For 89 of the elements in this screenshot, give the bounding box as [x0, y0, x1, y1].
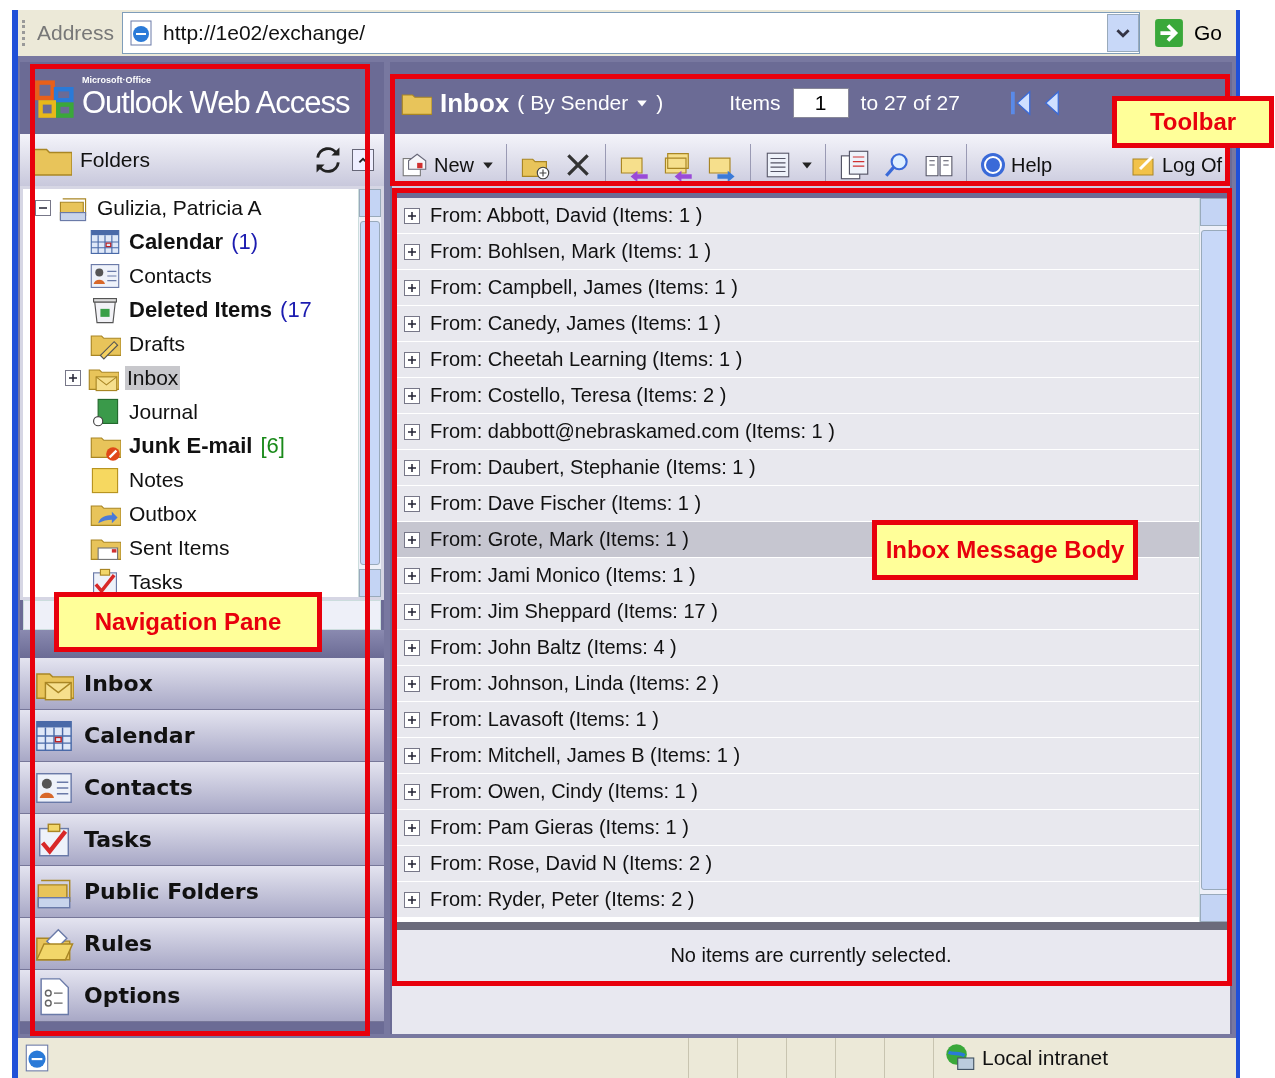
- plus-box-icon[interactable]: [404, 603, 420, 620]
- plus-box-icon[interactable]: [404, 855, 420, 872]
- navigation-button[interactable]: Tasks: [20, 814, 384, 866]
- plus-box-icon[interactable]: [404, 891, 420, 908]
- sender-group-label: From: Johnson, Linda (Items: 2 ): [430, 672, 719, 695]
- chevron-down-icon: [1116, 26, 1130, 40]
- folder-item[interactable]: Contacts: [127, 264, 214, 288]
- address-label: Address: [37, 21, 115, 45]
- go-button[interactable]: Go: [1148, 18, 1228, 48]
- sender-group-label: From: Pam Gieras (Items: 1 ): [430, 816, 689, 839]
- mailbox-name[interactable]: Gulizia, Patricia A: [95, 196, 264, 220]
- plus-box-icon[interactable]: [404, 315, 420, 332]
- navigation-button[interactable]: Calendar: [20, 710, 384, 762]
- unread-count: (1): [231, 229, 259, 255]
- view-label-close: ): [656, 91, 664, 115]
- plus-box-icon[interactable]: [404, 639, 420, 656]
- sender-group-label: From: Bohlsen, Mark (Items: 1 ): [430, 240, 712, 263]
- items-label: Items: [729, 91, 781, 115]
- folder-title: Inbox: [440, 87, 510, 119]
- folder-item[interactable]: Inbox: [125, 366, 181, 390]
- annotation-tooltip: Toolbar: [1112, 96, 1274, 148]
- folder-item[interactable]: Junk E-mail: [127, 433, 255, 459]
- sender-group-label: From: Mitchell, James B (Items: 1 ): [430, 744, 741, 767]
- log-off-button[interactable]: Log Of: [1129, 151, 1222, 179]
- sender-group-label: From: Owen, Cindy (Items: 1 ): [430, 780, 698, 803]
- navigation-button[interactable]: Contacts: [20, 762, 384, 814]
- address-field[interactable]: http://1e02/exchange/: [122, 12, 1140, 54]
- sender-group-label: From: Canedy, James (Items: 1 ): [430, 312, 721, 335]
- plus-box-icon[interactable]: [404, 711, 420, 728]
- item-range: to 27 of 27: [860, 91, 960, 115]
- sender-group-label: From: dabbott@nebraskamed.com (Items: 1 ): [430, 420, 835, 443]
- navigation-button[interactable]: Public Folders: [20, 866, 384, 918]
- plus-box-icon[interactable]: [404, 423, 420, 440]
- plus-box-icon[interactable]: [65, 370, 81, 386]
- sender-group-label: From: Dave Fischer (Items: 1 ): [430, 492, 702, 515]
- plus-box-icon[interactable]: [404, 567, 420, 584]
- plus-box-icon[interactable]: [404, 819, 420, 836]
- product-title: Outlook Web Access: [82, 85, 350, 121]
- plus-box-icon[interactable]: [404, 783, 420, 800]
- plus-box-icon[interactable]: [404, 207, 420, 224]
- sender-group-label: From: Lavasoft (Items: 1 ): [430, 708, 659, 731]
- sender-group-label: From: John Baltz (Items: 4 ): [430, 636, 677, 659]
- view-label: ( By Sender: [517, 91, 629, 115]
- new-button[interactable]: New: [400, 150, 474, 180]
- sender-group-label: From: Daubert, Stephanie (Items: 1 ): [430, 456, 756, 479]
- annotation-tooltip: Inbox Message Body: [872, 520, 1138, 580]
- plus-box-icon[interactable]: [404, 531, 420, 548]
- sender-group-label: From: Jim Sheppard (Items: 17 ): [430, 600, 718, 623]
- folder-item[interactable]: Notes: [127, 468, 186, 492]
- reading-pane-message: No items are currently selected.: [670, 943, 952, 967]
- help-button[interactable]: Help: [979, 151, 1053, 179]
- folder-item[interactable]: Calendar: [127, 229, 226, 255]
- plus-box-icon[interactable]: [404, 351, 420, 368]
- folder-item[interactable]: Deleted Items: [127, 297, 275, 323]
- folder-item[interactable]: Drafts: [127, 332, 187, 356]
- security-zone-label: Local intranet: [982, 1046, 1109, 1070]
- sender-group-label: From: Grote, Mark (Items: 1 ): [430, 528, 689, 551]
- unread-count: [6]: [260, 433, 285, 459]
- page-number-field[interactable]: 1: [792, 88, 849, 118]
- plus-box-icon[interactable]: [404, 675, 420, 692]
- dropdown-button[interactable]: [1107, 14, 1139, 52]
- navigation-button[interactable]: Options: [20, 970, 384, 1022]
- sender-group-label: From: Ryder, Peter (Items: 2 ): [430, 888, 695, 911]
- folder-item[interactable]: Journal: [127, 400, 200, 424]
- annotation-tooltip: Navigation Pane: [54, 592, 322, 652]
- sender-group-label: From: Rose, David N (Items: 2 ): [430, 852, 713, 875]
- folder-item[interactable]: Outbox: [127, 502, 199, 526]
- navigation-button[interactable]: Inbox: [20, 658, 384, 710]
- sender-group-label: From: Abbott, David (Items: 1 ): [430, 204, 703, 227]
- plus-box-icon[interactable]: [404, 495, 420, 512]
- sender-group-label: From: Campbell, James (Items: 1 ): [430, 276, 738, 299]
- sender-group-label: From: Costello, Teresa (Items: 2 ): [430, 384, 727, 407]
- plus-box-icon[interactable]: [404, 459, 420, 476]
- help-icon: [979, 151, 1007, 179]
- minus-box-icon[interactable]: [35, 200, 51, 216]
- folders-title: Folders: [80, 148, 152, 172]
- plus-box-icon[interactable]: [404, 387, 420, 404]
- folder-item[interactable]: Tasks: [127, 570, 185, 594]
- navigation-button[interactable]: Rules: [20, 918, 384, 970]
- sender-group-label: From: Cheetah Learning (Items: 1 ): [430, 348, 743, 371]
- sender-group-label: From: Jami Monico (Items: 1 ): [430, 564, 696, 587]
- plus-box-icon[interactable]: [404, 747, 420, 764]
- folder-item[interactable]: Sent Items: [127, 536, 232, 560]
- brand-subtitle: Microsoft·Office: [82, 75, 152, 85]
- unread-count: (17: [280, 297, 312, 323]
- plus-box-icon[interactable]: [404, 243, 420, 260]
- plus-box-icon[interactable]: [404, 279, 420, 296]
- arrow-right-icon: [1154, 18, 1184, 48]
- document-list-icon[interactable]: [838, 149, 870, 181]
